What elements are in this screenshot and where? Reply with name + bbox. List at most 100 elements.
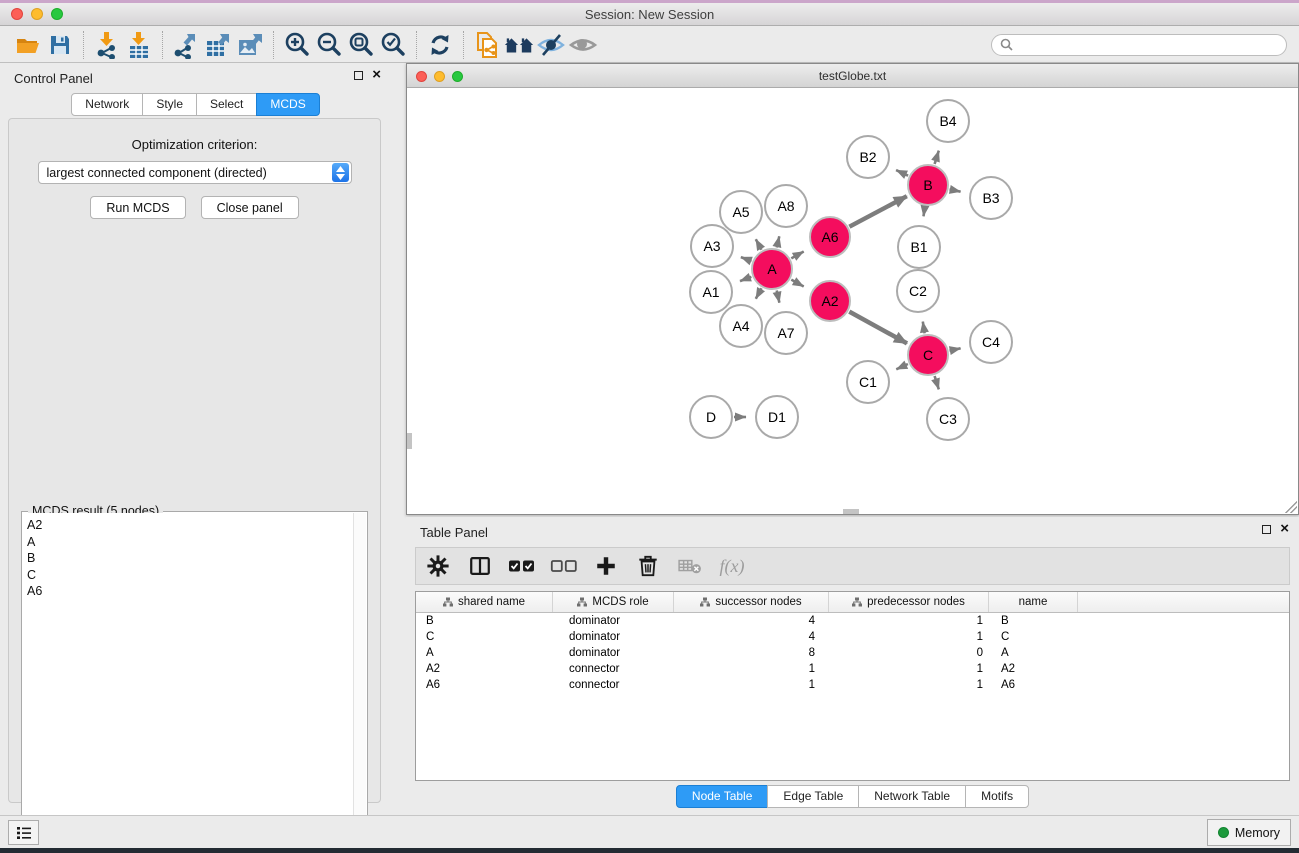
graph-edge-B-B1[interactable] <box>924 207 925 217</box>
search-input[interactable] <box>1018 38 1278 52</box>
first-neighbors-icon[interactable] <box>503 30 535 60</box>
export-image-icon[interactable] <box>234 30 266 60</box>
column-header-MCDS-role[interactable]: MCDS role <box>553 592 674 612</box>
table-cell[interactable]: B <box>416 615 553 627</box>
table-cell[interactable]: connector <box>553 663 674 675</box>
node-table[interactable]: shared nameMCDS rolesuccessor nodesprede… <box>415 591 1290 781</box>
graph-edge-B-B3[interactable] <box>950 189 961 191</box>
zoom-in-icon[interactable] <box>281 30 313 60</box>
result-item[interactable]: A6 <box>27 583 349 600</box>
export-network-icon[interactable] <box>170 30 202 60</box>
graph-node-A8[interactable]: A8 <box>765 185 807 227</box>
table-tab-network-table[interactable]: Network Table <box>858 785 966 808</box>
table-row[interactable]: Adominator80A <box>416 645 1289 661</box>
result-item[interactable]: C <box>27 567 349 584</box>
column-header-successor-nodes[interactable]: successor nodes <box>674 592 829 612</box>
table-tab-motifs[interactable]: Motifs <box>965 785 1029 808</box>
graph-edge-C-C3[interactable] <box>935 376 939 389</box>
result-item[interactable]: B <box>27 550 349 567</box>
table-cell[interactable]: 0 <box>829 647 989 659</box>
table-cell[interactable]: 1 <box>674 679 829 691</box>
graph-node-C4[interactable]: C4 <box>970 321 1012 363</box>
window-resize-grip[interactable] <box>1285 501 1297 513</box>
table-cell[interactable]: 4 <box>674 631 829 643</box>
close-panel-button[interactable]: Close panel <box>201 196 299 219</box>
graph-edge-A-A2[interactable] <box>791 280 803 287</box>
graph-node-A2[interactable]: A2 <box>810 281 850 321</box>
table-cell[interactable]: connector <box>553 679 674 691</box>
hide-graphics-details-icon[interactable] <box>535 30 567 60</box>
graph-edge-A-A8[interactable] <box>777 236 780 247</box>
table-row[interactable]: A2connector11A2 <box>416 661 1289 677</box>
zoom-fit-icon[interactable] <box>345 30 377 60</box>
canvas-vertical-scroll-thumb[interactable] <box>407 433 412 449</box>
graph-edge-A-A4[interactable] <box>756 288 762 299</box>
table-row[interactable]: Bdominator41B <box>416 613 1289 629</box>
criterion-dropdown[interactable]: largest connected component (directed) <box>38 161 352 184</box>
table-tab-node-table[interactable]: Node Table <box>676 785 769 808</box>
graph-node-A6[interactable]: A6 <box>810 217 850 257</box>
network-canvas[interactable]: B4B2BB3A8A5A6A3B1AA1C2A2A4A7C4CC1C3DD1 <box>407 88 1298 514</box>
float-panel-icon[interactable] <box>354 71 363 80</box>
memory-button[interactable]: Memory <box>1207 819 1291 846</box>
save-session-icon[interactable] <box>44 30 76 60</box>
zoom-out-icon[interactable] <box>313 30 345 60</box>
function-builder-icon[interactable]: f(x) <box>718 551 746 581</box>
table-row[interactable]: A6connector11A6 <box>416 677 1289 693</box>
graph-node-C2[interactable]: C2 <box>897 270 939 312</box>
column-header-name[interactable]: name <box>989 592 1078 612</box>
graph-edge-A-A3[interactable] <box>741 257 752 261</box>
result-list-scrollbar[interactable] <box>353 513 366 850</box>
graph-edge-A-A6[interactable] <box>791 252 803 259</box>
table-cell[interactable]: dominator <box>553 647 674 659</box>
import-network-icon[interactable] <box>91 30 123 60</box>
open-session-icon[interactable] <box>12 30 44 60</box>
graph-node-A[interactable]: A <box>752 249 792 289</box>
table-cell[interactable]: A2 <box>989 663 1078 675</box>
table-cell[interactable]: A2 <box>416 663 553 675</box>
table-cell[interactable]: dominator <box>553 615 674 627</box>
deselect-all-icon[interactable] <box>550 551 578 581</box>
close-panel-icon[interactable]: × <box>372 70 381 80</box>
delete-column-icon[interactable] <box>634 551 662 581</box>
graph-node-A1[interactable]: A1 <box>690 271 732 313</box>
table-cell[interactable]: 1 <box>829 663 989 675</box>
graph-node-A3[interactable]: A3 <box>691 225 733 267</box>
select-all-icon[interactable] <box>508 551 536 581</box>
graph-edge-C-C4[interactable] <box>950 348 961 350</box>
show-columns-icon[interactable] <box>466 551 494 581</box>
column-header-shared-name[interactable]: shared name <box>416 592 553 612</box>
graph-edge-B-B4[interactable] <box>935 151 939 164</box>
graph-edge-A-A1[interactable] <box>740 277 751 281</box>
table-cell[interactable]: C <box>416 631 553 643</box>
graph-edge-A-A7[interactable] <box>777 291 780 303</box>
table-cell[interactable]: 4 <box>674 615 829 627</box>
table-cell[interactable]: B <box>989 615 1078 627</box>
graph-node-B3[interactable]: B3 <box>970 177 1012 219</box>
table-tab-edge-table[interactable]: Edge Table <box>767 785 859 808</box>
graph-node-B1[interactable]: B1 <box>898 226 940 268</box>
add-column-icon[interactable] <box>592 551 620 581</box>
graph-edge-A-A5[interactable] <box>756 239 762 250</box>
result-item[interactable]: A2 <box>27 517 349 534</box>
table-settings-icon[interactable] <box>424 551 452 581</box>
show-graphics-details-icon[interactable] <box>567 30 599 60</box>
run-mcds-button[interactable]: Run MCDS <box>90 196 185 219</box>
table-cell[interactable]: A6 <box>416 679 553 691</box>
graph-node-D1[interactable]: D1 <box>756 396 798 438</box>
table-cell[interactable]: 1 <box>829 631 989 643</box>
export-table-icon[interactable] <box>202 30 234 60</box>
clone-network-icon[interactable] <box>471 30 503 60</box>
table-cell[interactable]: A <box>989 647 1078 659</box>
task-history-button[interactable] <box>8 820 39 845</box>
table-cell[interactable]: A6 <box>989 679 1078 691</box>
graph-node-B4[interactable]: B4 <box>927 100 969 142</box>
table-cell[interactable]: 1 <box>829 679 989 691</box>
graph-node-D[interactable]: D <box>690 396 732 438</box>
table-row[interactable]: Cdominator41C <box>416 629 1289 645</box>
result-item[interactable]: A <box>27 534 349 551</box>
network-graph[interactable]: B4B2BB3A8A5A6A3B1AA1C2A2A4A7C4CC1C3DD1 <box>407 88 1298 514</box>
column-header-predecessor-nodes[interactable]: predecessor nodes <box>829 592 989 612</box>
graph-node-C[interactable]: C <box>908 335 948 375</box>
graph-node-A4[interactable]: A4 <box>720 305 762 347</box>
